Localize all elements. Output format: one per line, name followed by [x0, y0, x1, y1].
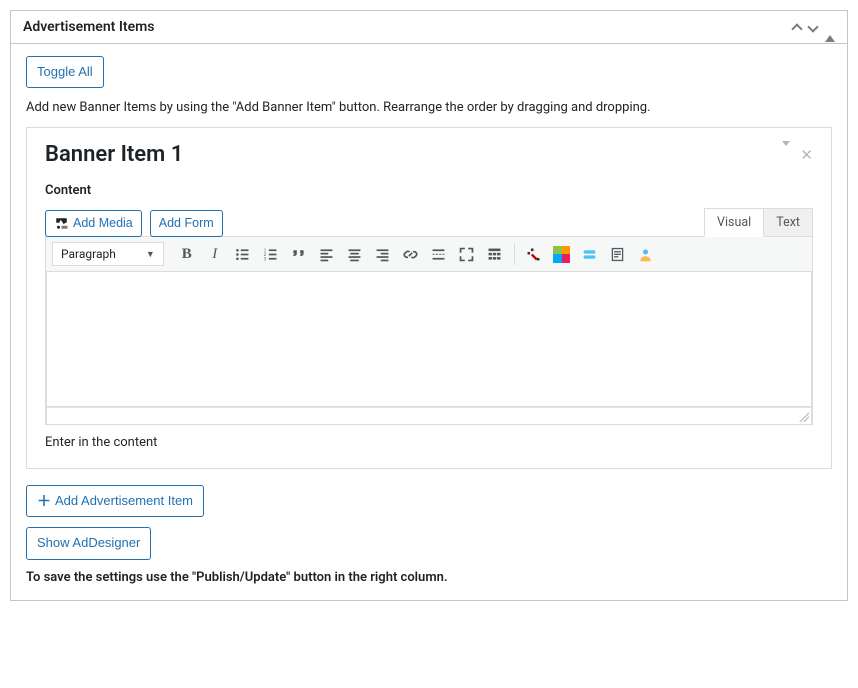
format-select[interactable]: Paragraph ▼ [52, 242, 164, 266]
insert-row-button[interactable] [577, 241, 603, 267]
intro-text: Add new Banner Items by using the "Add B… [26, 100, 832, 115]
panel-header[interactable]: Advertisement Items [11, 11, 847, 44]
bold-button[interactable]: B [174, 241, 200, 267]
align-center-button[interactable] [342, 241, 368, 267]
user-button[interactable] [633, 241, 659, 267]
editor-mode-tabs: Visual Text [705, 208, 813, 237]
editor-content-area[interactable] [46, 272, 812, 407]
show-addesigner-button[interactable]: Show AdDesigner [26, 527, 151, 559]
editor-toolbar: Paragraph ▼ B I 123 [46, 237, 812, 272]
italic-button[interactable]: I [202, 241, 228, 267]
tab-visual[interactable]: Visual [704, 208, 764, 237]
collapse-panel-icon[interactable] [825, 19, 835, 35]
fullscreen-button[interactable] [454, 241, 480, 267]
color-swatch-button[interactable] [549, 241, 575, 267]
numbered-list-button[interactable]: 123 [258, 241, 284, 267]
editor-toolbar-wrap: Paragraph ▼ B I 123 [45, 236, 813, 425]
editor-resize-handle[interactable] [46, 407, 812, 425]
banner-item-header[interactable]: Banner Item 1 ✕ [45, 142, 813, 167]
align-right-button[interactable] [370, 241, 396, 267]
panel-header-controls [793, 19, 835, 35]
add-form-button[interactable]: Add Form [150, 210, 223, 238]
panel-body: Toggle All Add new Banner Items by using… [11, 44, 847, 600]
read-more-button[interactable] [426, 241, 452, 267]
toolbar-separator [514, 243, 515, 265]
panel-title: Advertisement Items [23, 19, 154, 35]
blockquote-button[interactable] [286, 241, 312, 267]
add-media-button[interactable]: Add Media [45, 210, 142, 238]
content-helper-text: Enter in the content [45, 435, 813, 450]
toggle-all-button[interactable]: Toggle All [26, 56, 104, 88]
banner-item: Banner Item 1 ✕ Content Add Media [26, 127, 832, 469]
align-left-button[interactable] [314, 241, 340, 267]
content-label: Content [45, 183, 813, 198]
chevron-down-icon: ▼ [146, 249, 155, 260]
save-note: To save the settings use the "Publish/Up… [26, 570, 832, 585]
toolbar-toggle-button[interactable] [482, 241, 508, 267]
document-button[interactable] [605, 241, 631, 267]
svg-text:3: 3 [264, 257, 267, 262]
move-up-icon[interactable] [793, 19, 801, 35]
editor-top-row: Add Media Add Form Visual Text [45, 208, 813, 237]
plus-icon: ＋ [37, 494, 51, 508]
banner-item-controls: ✕ [782, 146, 813, 164]
banner-item-title: Banner Item 1 [45, 142, 183, 167]
bullet-list-button[interactable] [230, 241, 256, 267]
shortcode-button[interactable] [521, 241, 547, 267]
collapse-item-icon[interactable] [782, 146, 790, 164]
remove-item-icon[interactable]: ✕ [800, 146, 813, 164]
media-icon [54, 216, 69, 230]
add-advertisement-item-button[interactable]: ＋Add Advertisement Item [26, 485, 204, 517]
link-button[interactable] [398, 241, 424, 267]
move-down-icon[interactable] [809, 19, 817, 35]
advertisement-items-panel: Advertisement Items Toggle All Add new B… [10, 10, 848, 601]
tab-text[interactable]: Text [763, 208, 813, 237]
